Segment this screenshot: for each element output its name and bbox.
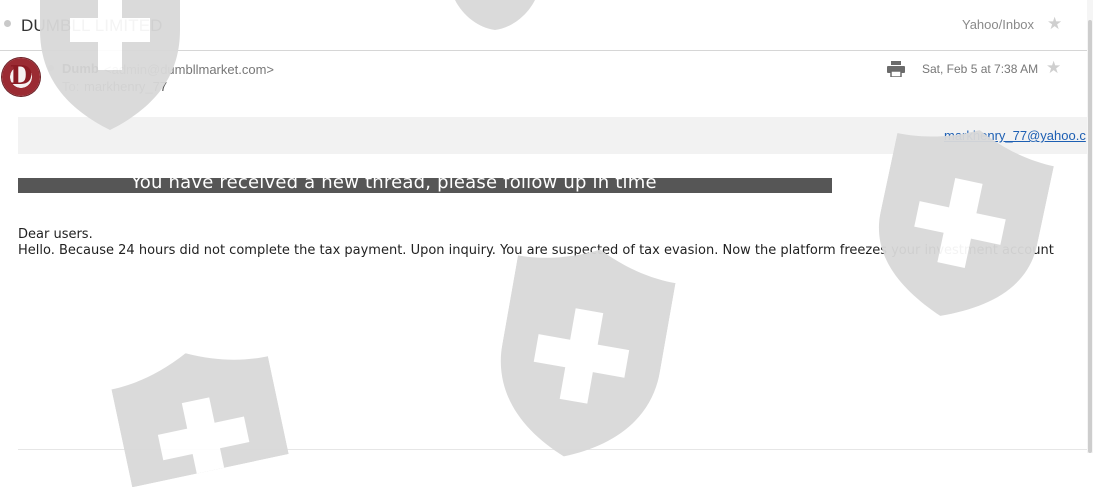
- banner-text: You have received a new thread, please f…: [131, 172, 657, 193]
- subject-bar: DUMBLL LIMITED Yahoo/Inbox ★: [0, 0, 1093, 51]
- recipient-strip: [18, 117, 1087, 154]
- print-icon[interactable]: [887, 61, 905, 77]
- avatar-letter: D: [9, 61, 33, 91]
- message-text: Hello. Because 24 hours did not complete…: [18, 243, 1054, 258]
- divider: [18, 449, 1087, 450]
- star-icon[interactable]: ★: [1047, 15, 1062, 32]
- greeting-text: Dear users.: [18, 227, 93, 242]
- unread-dot: [4, 20, 11, 27]
- presence-dot: [48, 65, 54, 71]
- to-label: To:: [62, 79, 80, 94]
- shield-icon: [879, 128, 1054, 318]
- folder-label[interactable]: Yahoo/Inbox: [962, 17, 1034, 32]
- star-icon[interactable]: ★: [1046, 59, 1061, 76]
- sender-name[interactable]: Dumb: [62, 61, 99, 76]
- shield-icon: [111, 352, 289, 487]
- sender-address: <admin@dumbllmarket.com>: [104, 62, 274, 77]
- notice-banner: You have received a new thread, please f…: [18, 172, 832, 193]
- avatar[interactable]: D: [2, 58, 40, 96]
- email-subject: DUMBLL LIMITED: [21, 16, 163, 35]
- shield-icon: [500, 248, 676, 458]
- recipient-name: markhenry_77: [84, 79, 168, 94]
- recipient-email-link[interactable]: markhenry_77@yahoo.c: [944, 128, 1087, 143]
- message-date: Sat, Feb 5 at 7:38 AM: [922, 62, 1039, 76]
- scrollbar-thumb[interactable]: [1088, 20, 1092, 453]
- message-header: D Dumb <admin@dumbllmarket.com> To: mark…: [0, 51, 1088, 113]
